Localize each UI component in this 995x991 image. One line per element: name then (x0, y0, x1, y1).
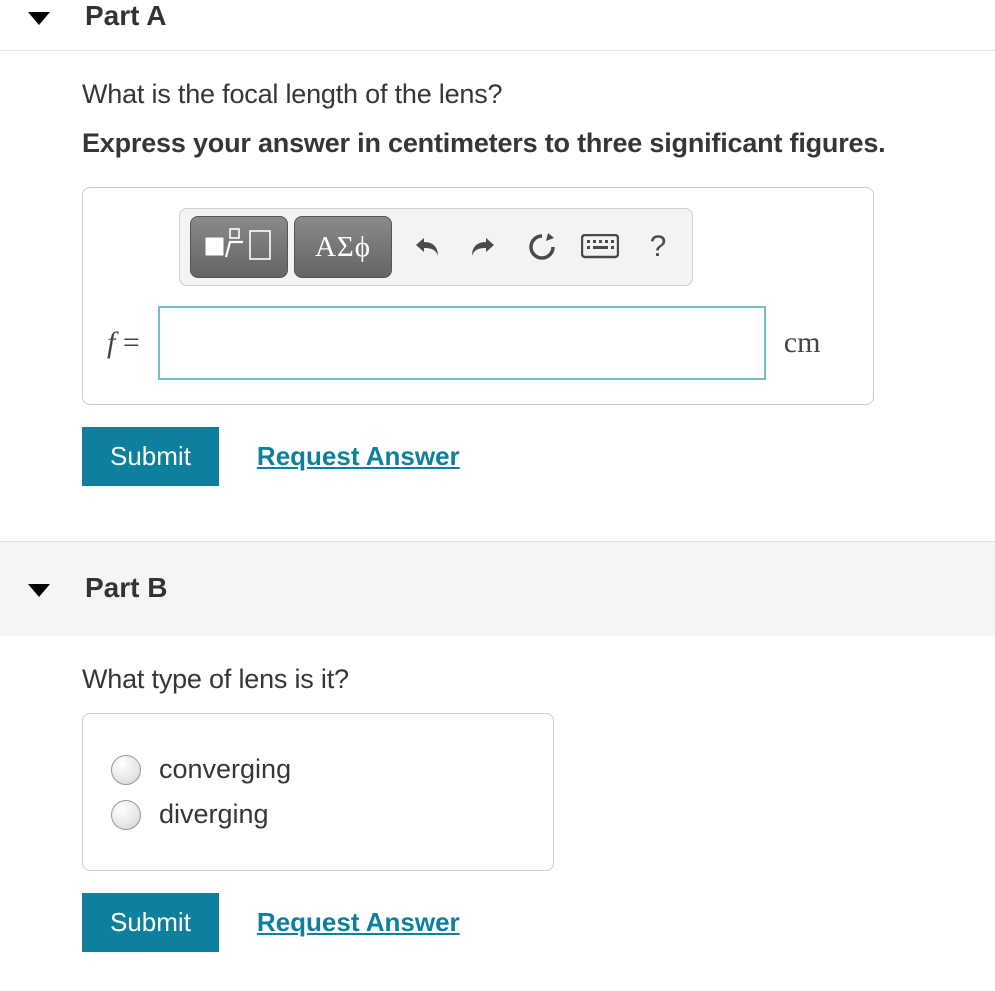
part-b-body: What type of lens is it? converging dive… (0, 636, 995, 952)
unit-label: cm (784, 326, 821, 360)
part-b-header[interactable]: Part B (0, 541, 995, 636)
part-b-title: Part B (85, 572, 167, 604)
request-answer-link[interactable]: Request Answer (257, 907, 460, 938)
greek-symbols-button[interactable]: ΑΣϕ (294, 216, 392, 278)
part-a-question: What is the focal length of the lens? (82, 79, 995, 110)
part-b-question: What type of lens is it? (82, 664, 995, 695)
reset-icon (526, 231, 558, 263)
radio-icon (111, 800, 141, 830)
request-answer-link[interactable]: Request Answer (257, 441, 460, 472)
part-b-actions: Submit Request Answer (82, 893, 995, 952)
toolbar-pill-group: ΑΣϕ (190, 216, 392, 278)
submit-button[interactable]: Submit (82, 893, 219, 952)
part-a-header[interactable]: Part A (0, 0, 995, 51)
help-button[interactable]: ? (634, 223, 682, 271)
math-template-icon (203, 227, 275, 267)
radio-option-diverging[interactable]: diverging (111, 799, 525, 830)
redo-button[interactable] (460, 223, 508, 271)
caret-down-icon (28, 12, 50, 25)
equation-toolbar: ΑΣϕ (179, 208, 693, 286)
keyboard-icon (581, 234, 619, 260)
answer-input[interactable] (158, 306, 766, 380)
undo-icon (410, 231, 442, 263)
radio-option-converging[interactable]: converging (111, 754, 525, 785)
redo-icon (468, 231, 500, 263)
submit-button[interactable]: Submit (82, 427, 219, 486)
part-a-actions: Submit Request Answer (82, 427, 995, 486)
help-label: ? (650, 230, 667, 264)
radio-options-box: converging diverging (82, 713, 554, 871)
reset-button[interactable] (518, 223, 566, 271)
keyboard-button[interactable] (576, 223, 624, 271)
greek-label: ΑΣϕ (315, 231, 371, 264)
variable-label: f = (107, 326, 140, 360)
radio-icon (111, 755, 141, 785)
input-row: f = cm (101, 306, 855, 380)
part-a-title: Part A (85, 0, 166, 32)
undo-button[interactable] (402, 223, 450, 271)
radio-label: converging (159, 754, 291, 785)
part-a-instruction: Express your answer in centimeters to th… (82, 128, 995, 159)
caret-down-icon (28, 584, 50, 597)
part-a-body: What is the focal length of the lens? Ex… (0, 51, 995, 486)
math-templates-button[interactable] (190, 216, 288, 278)
answer-box: ΑΣϕ (82, 187, 874, 405)
radio-label: diverging (159, 799, 269, 830)
